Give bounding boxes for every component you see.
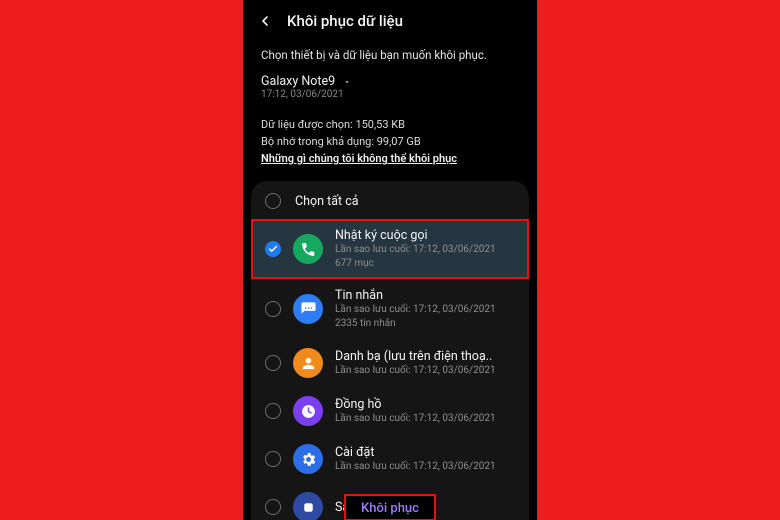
data-list-panel: Chọn tất cả Nhật ký cuộc gọiLần sao lưu … (251, 181, 529, 520)
item-title: Danh bạ (lưu trên điện thoạ.. (335, 349, 515, 364)
page-title: Khôi phục dữ liệu (287, 12, 403, 30)
item-radio[interactable] (265, 355, 281, 371)
cannot-restore-link[interactable]: Những gì chúng tôi không thể khôi phục (261, 150, 519, 167)
item-count: 677 mục (335, 257, 515, 271)
list-item[interactable]: Nhật ký cuộc gọiLần sao lưu cuối: 17:12,… (251, 219, 529, 279)
daily-icon (293, 492, 323, 520)
clock-icon (293, 396, 323, 426)
item-text: Nhật ký cuộc gọiLần sao lưu cuối: 17:12,… (335, 228, 515, 270)
device-timestamp: 17:12, 03/06/2021 (243, 89, 537, 110)
select-all-radio[interactable] (265, 193, 281, 209)
phone-icon (293, 234, 323, 264)
app-header: Khôi phục dữ liệu (243, 0, 537, 38)
backup-info: Dữ liệu được chọn: 150,53 KB Bộ nhớ tron… (243, 110, 537, 177)
available-storage: Bộ nhớ trong khả dụng: 99,07 GB (261, 133, 519, 150)
restore-button[interactable]: Khôi phục (361, 501, 419, 516)
message-icon (293, 294, 323, 324)
selected-size: Dữ liệu được chọn: 150,53 KB (261, 116, 519, 133)
select-all-label: Chọn tất cả (295, 194, 359, 209)
list-item[interactable]: Cài đặtLần sao lưu cuối: 17:12, 03/06/20… (251, 435, 529, 483)
item-text: Tin nhắnLần sao lưu cuối: 17:12, 03/06/2… (335, 288, 515, 330)
item-radio[interactable] (265, 499, 281, 515)
item-text: Đồng hồLần sao lưu cuối: 17:12, 03/06/20… (335, 397, 515, 426)
chevron-down-icon (343, 78, 351, 86)
bottom-action-bar: Khôi phục (345, 495, 435, 520)
item-title: Đồng hồ (335, 397, 515, 412)
phone-screen: Khôi phục dữ liệu Chọn thiết bị và dữ li… (243, 0, 537, 520)
item-title: Tin nhắn (335, 288, 515, 303)
item-subtitle: Lần sao lưu cuối: 17:12, 03/06/2021 (335, 243, 515, 257)
item-subtitle: Lần sao lưu cuối: 17:12, 03/06/2021 (335, 364, 515, 378)
list-item[interactable]: Tin nhắnLần sao lưu cuối: 17:12, 03/06/2… (251, 279, 529, 339)
select-all-row[interactable]: Chọn tất cả (251, 181, 529, 219)
item-subtitle: Lần sao lưu cuối: 17:12, 03/06/2021 (335, 303, 515, 317)
settings-icon (293, 444, 323, 474)
list-item[interactable]: Đồng hồLần sao lưu cuối: 17:12, 03/06/20… (251, 387, 529, 435)
item-radio[interactable] (265, 301, 281, 317)
back-icon[interactable] (257, 13, 273, 29)
item-subtitle: Lần sao lưu cuối: 17:12, 03/06/2021 (335, 412, 515, 426)
item-title: Nhật ký cuộc gọi (335, 228, 515, 243)
page-subtitle: Chọn thiết bị và dữ liệu bạn muốn khôi p… (243, 38, 537, 74)
list-item[interactable]: Danh bạ (lưu trên điện thoạ..Lần sao lưu… (251, 339, 529, 387)
item-text: Danh bạ (lưu trên điện thoạ..Lần sao lưu… (335, 349, 515, 378)
device-name: Galaxy Note9 (261, 74, 335, 89)
item-text: Cài đặtLần sao lưu cuối: 17:12, 03/06/20… (335, 445, 515, 474)
item-radio[interactable] (265, 241, 281, 257)
item-count: 2335 tin nhắn (335, 317, 515, 331)
item-radio[interactable] (265, 403, 281, 419)
item-subtitle: Lần sao lưu cuối: 17:12, 03/06/2021 (335, 460, 515, 474)
device-selector[interactable]: Galaxy Note9 (243, 74, 537, 89)
item-radio[interactable] (265, 451, 281, 467)
contact-icon (293, 348, 323, 378)
item-title: Cài đặt (335, 445, 515, 460)
